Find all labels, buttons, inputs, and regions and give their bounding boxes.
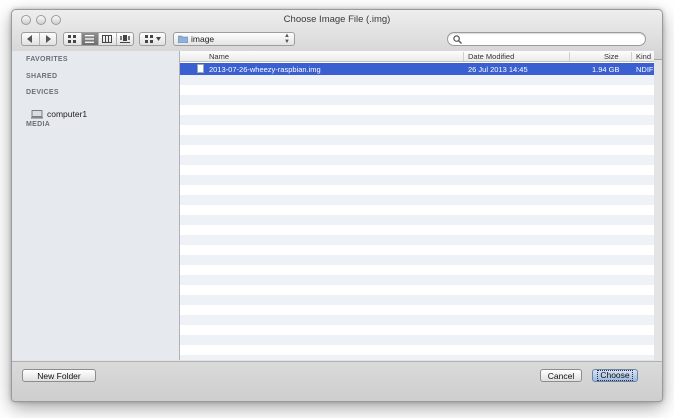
search-input[interactable] — [463, 34, 641, 44]
sidebar-heading-devices: DEVICES — [26, 89, 59, 96]
search-field[interactable] — [447, 32, 646, 46]
path-popup-label: image — [191, 34, 215, 44]
icon-view-icon — [68, 35, 77, 43]
column-header-name[interactable]: Name — [209, 52, 229, 61]
sidebar-heading-media: MEDIA — [26, 121, 51, 128]
sidebar-item-label: computer1 — [47, 109, 88, 119]
chevron-down-icon — [155, 37, 161, 41]
column-view-button[interactable] — [99, 33, 117, 45]
path-popup[interactable]: image ▲ ▼ — [173, 32, 295, 46]
back-forward-control — [21, 32, 57, 46]
sidebar-heading-shared: SHARED — [26, 73, 58, 80]
arrange-grid-icon — [144, 35, 153, 43]
choose-file-dialog: Choose Image File (.img) image ▲ ▼ FAVOR… — [11, 9, 663, 402]
choose-button[interactable]: Choose — [592, 369, 638, 382]
table-row[interactable]: 2013-07-26-wheezy-raspbian.img 26 Jul 20… — [180, 63, 654, 75]
sidebar: FAVORITES SHARED DEVICES computer1 MEDIA — [12, 51, 180, 360]
row-date-modified: 26 Jul 2013 14:45 — [468, 65, 528, 74]
file-list: Name Date Modified Size Kind 2013-07-26-… — [180, 51, 654, 360]
icon-view-button[interactable] — [64, 33, 82, 45]
search-icon — [453, 35, 462, 44]
column-header-row: Name Date Modified Size Kind — [180, 51, 654, 62]
list-view-icon — [85, 35, 95, 43]
new-folder-button[interactable]: New Folder — [22, 369, 96, 382]
column-header-date-modified[interactable]: Date Modified — [468, 52, 514, 61]
row-size: 1.94 GB — [592, 65, 620, 74]
column-header-size[interactable]: Size — [604, 52, 619, 61]
row-kind: NDIF — [636, 65, 654, 74]
forward-button[interactable] — [40, 33, 57, 45]
view-mode-control — [63, 32, 134, 46]
sidebar-heading-favorites: FAVORITES — [26, 56, 68, 63]
arrange-button[interactable] — [139, 32, 166, 46]
sidebar-item-computer1[interactable]: computer1 — [31, 109, 87, 119]
file-icon — [197, 64, 204, 73]
cancel-button[interactable]: Cancel — [540, 369, 582, 382]
column-view-icon — [102, 35, 113, 43]
window-title: Choose Image File (.img) — [283, 14, 391, 25]
updown-arrows-icon: ▲ ▼ — [284, 33, 290, 45]
chevron-right-icon — [45, 35, 51, 43]
column-header-kind[interactable]: Kind — [636, 52, 651, 61]
choose-button-label: Choose — [597, 370, 633, 381]
back-button[interactable] — [22, 33, 40, 45]
computer-icon — [31, 109, 43, 119]
coverflow-view-icon — [119, 35, 130, 43]
folder-icon — [178, 35, 188, 43]
chevron-left-icon — [27, 35, 33, 43]
coverflow-view-button[interactable] — [117, 33, 134, 45]
row-name: 2013-07-26-wheezy-raspbian.img — [209, 65, 321, 74]
list-view-button[interactable] — [81, 33, 99, 45]
